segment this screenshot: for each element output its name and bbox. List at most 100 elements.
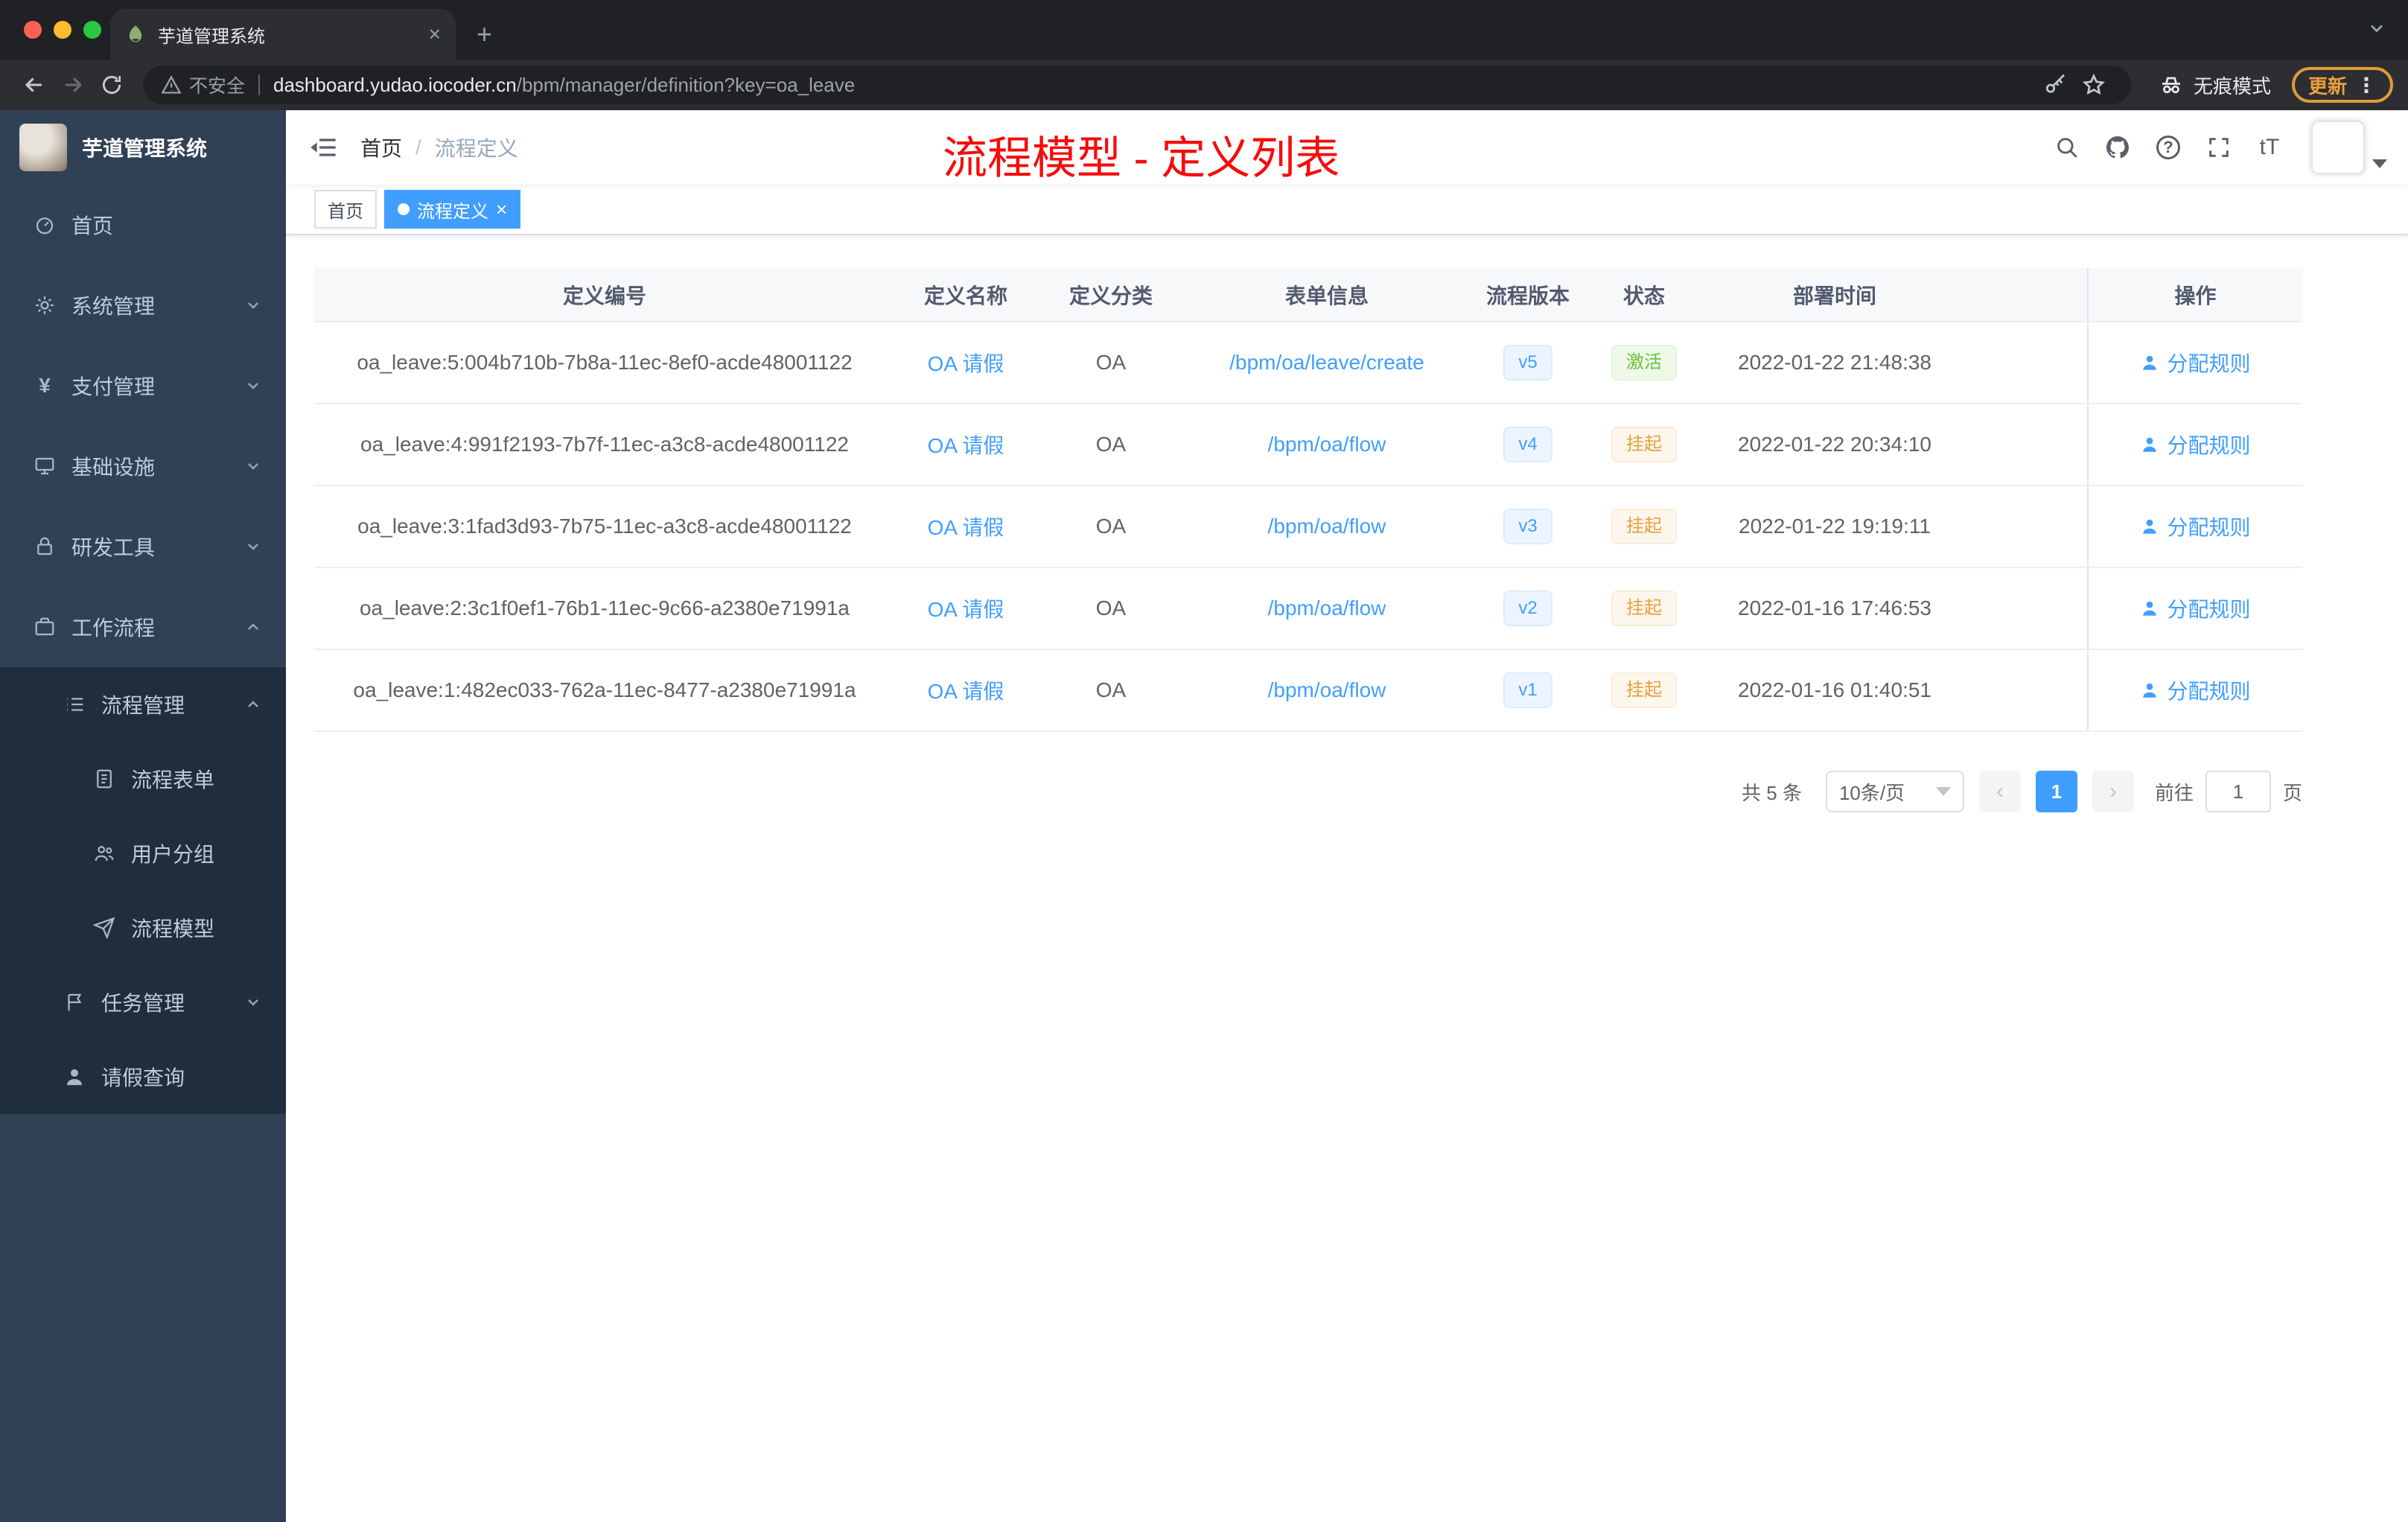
update-label: 更新 xyxy=(2307,74,2347,98)
assign-rule-link[interactable]: 分配规则 xyxy=(2140,675,2251,705)
definition-category: OA xyxy=(1036,485,1185,568)
refresh-icon[interactable] xyxy=(92,66,131,104)
deploy-time: 2022-01-22 19:19:11 xyxy=(1701,485,1969,568)
chevron-up-icon xyxy=(244,695,262,713)
definition-name-link[interactable]: OA 请假 xyxy=(928,598,1004,621)
fullscreen-icon[interactable] xyxy=(2198,127,2240,168)
close-window-button[interactable] xyxy=(24,21,42,39)
user-menu[interactable] xyxy=(2311,121,2387,174)
user-icon xyxy=(2143,601,2157,616)
sidebar-item-process-model[interactable]: 流程模型 xyxy=(0,891,286,965)
bookmark-star-icon[interactable] xyxy=(2074,66,2113,104)
prev-page-button[interactable]: ‹ xyxy=(1978,771,2021,812)
browser-window: 芋道管理系统 × + 不安全 dashboard.yudao.iocoder.c… xyxy=(0,0,2408,1522)
sidebar-item-dev-tools[interactable]: 研发工具 xyxy=(0,506,286,587)
users-icon xyxy=(92,841,116,865)
tag-close-icon[interactable]: × xyxy=(496,200,507,219)
yen-icon: ¥ xyxy=(39,374,51,397)
dashboard-icon xyxy=(33,213,57,237)
form-info-link[interactable]: /bpm/oa/flow xyxy=(1268,433,1386,456)
deploy-time: 2022-01-22 21:48:38 xyxy=(1701,322,1969,404)
definition-category: OA xyxy=(1036,404,1185,486)
sidebar-item-home[interactable]: 首页 xyxy=(0,185,286,265)
sidebar-item-user-group[interactable]: 用户分组 xyxy=(0,816,286,891)
new-tab-button[interactable]: + xyxy=(477,21,492,48)
annotation-title: 流程模型 - 定义列表 xyxy=(943,133,1340,183)
pagination-total: 共 5 条 xyxy=(1742,781,1802,804)
tab-search-chevron-icon[interactable] xyxy=(2366,18,2387,39)
incognito-badge: 无痕模式 xyxy=(2158,71,2271,99)
breadcrumb-home[interactable]: 首页 xyxy=(360,133,402,162)
definition-name-link[interactable]: OA 请假 xyxy=(928,516,1004,539)
definition-id: oa_leave:4:991f2193-7b7f-11ec-a3c8-acde4… xyxy=(314,404,895,486)
status-badge: 挂起 xyxy=(1611,590,1677,626)
page-size-select[interactable]: 10条/页 xyxy=(1825,771,1964,812)
tab-close-icon[interactable]: × xyxy=(429,24,441,45)
flag-icon xyxy=(63,990,86,1014)
page-number-button[interactable]: 1 xyxy=(2035,771,2077,812)
assign-rule-link[interactable]: 分配规则 xyxy=(2140,512,2251,541)
assign-rule-link[interactable]: 分配规则 xyxy=(2140,430,2251,459)
browser-tab[interactable]: 芋道管理系统 × xyxy=(110,9,456,60)
status-badge: 激活 xyxy=(1611,345,1677,380)
form-info-link[interactable]: /bpm/oa/flow xyxy=(1268,596,1386,620)
version-tag: v3 xyxy=(1503,509,1552,544)
minimize-window-button[interactable] xyxy=(54,21,71,39)
form-info-link[interactable]: /bpm/oa/flow xyxy=(1268,515,1386,538)
assign-rule-link[interactable]: 分配规则 xyxy=(2140,593,2251,623)
goto-page-input[interactable] xyxy=(2205,771,2271,812)
chrome-update-button[interactable]: 更新 ⋮ xyxy=(2291,67,2393,103)
sidebar-item-system[interactable]: 系统管理 xyxy=(0,265,286,346)
sidebar-item-payment[interactable]: ¥ 支付管理 xyxy=(0,346,286,426)
col-filler xyxy=(1969,268,2088,322)
sidebar-logo: 芋道管理系统 xyxy=(0,110,286,185)
chevron-down-icon xyxy=(244,296,262,314)
tab-title: 芋道管理系统 xyxy=(158,26,265,47)
address-bar[interactable]: 不安全 dashboard.yudao.iocoder.cn/bpm/manag… xyxy=(143,66,2131,104)
user-icon xyxy=(2143,437,2157,452)
sidebar-item-task-management[interactable]: 任务管理 xyxy=(0,965,286,1039)
password-key-icon[interactable] xyxy=(2036,66,2074,104)
definition-name-link[interactable]: OA 请假 xyxy=(928,352,1004,375)
definition-name-link[interactable]: OA 请假 xyxy=(928,680,1004,703)
tag-home[interactable]: 首页 xyxy=(314,190,377,229)
sidebar-item-process-form[interactable]: 流程表单 xyxy=(0,742,286,816)
deploy-time: 2022-01-22 20:34:10 xyxy=(1701,404,1969,486)
security-label[interactable]: 不安全 xyxy=(189,71,245,98)
table-row: oa_leave:4:991f2193-7b7f-11ec-a3c8-acde4… xyxy=(314,404,2302,486)
avatar[interactable] xyxy=(2311,121,2365,174)
chevron-down-icon xyxy=(244,538,262,555)
briefcase-icon xyxy=(33,615,57,639)
col-status: 状态 xyxy=(1587,268,1701,322)
chevron-up-icon xyxy=(244,618,262,636)
form-info-link[interactable]: /bpm/oa/flow xyxy=(1268,678,1386,701)
form-info-link[interactable]: /bpm/oa/leave/create xyxy=(1229,351,1424,374)
sidebar-item-infrastructure[interactable]: 基础设施 xyxy=(0,426,286,506)
help-icon[interactable]: ? xyxy=(2147,127,2189,168)
definition-name-link[interactable]: OA 请假 xyxy=(928,434,1004,457)
deploy-time: 2022-01-16 17:46:53 xyxy=(1701,567,1969,650)
font-size-icon[interactable]: tT xyxy=(2249,127,2290,168)
sidebar-item-process-management[interactable]: 流程管理 xyxy=(0,667,286,742)
search-icon[interactable] xyxy=(2046,127,2088,168)
sidebar-item-workflow[interactable]: 工作流程 xyxy=(0,587,286,667)
sidebar-collapse-icon[interactable] xyxy=(286,110,360,185)
page-unit-label: 页 xyxy=(2282,781,2302,804)
version-tag: v4 xyxy=(1503,427,1552,462)
assign-rule-link[interactable]: 分配规则 xyxy=(2140,348,2251,378)
next-page-button[interactable]: › xyxy=(2092,771,2134,812)
version-tag: v2 xyxy=(1503,590,1552,626)
sidebar: 芋道管理系统 首页 系统管理 ¥ 支付管理 基础设施 研发工具 工作流程 流程管… xyxy=(0,110,286,1522)
definition-id: oa_leave:5:004b710b-7b8a-11ec-8ef0-acde4… xyxy=(314,322,895,404)
sidebar-item-leave-query[interactable]: 请假查询 xyxy=(0,1039,286,1114)
col-form-info: 表单信息 xyxy=(1185,268,1468,322)
tag-process-definition[interactable]: 流程定义 × xyxy=(384,190,521,229)
definition-table: 定义编号 定义名称 定义分类 表单信息 流程版本 状态 部署时间 操作 oa_l… xyxy=(314,268,2302,732)
zoom-window-button[interactable] xyxy=(83,21,101,39)
browser-menu-kebab-icon[interactable]: ⋮ xyxy=(2356,73,2377,98)
user-icon xyxy=(2143,683,2157,698)
tags-view: 首页 流程定义 × xyxy=(286,185,2408,235)
github-icon[interactable] xyxy=(2097,127,2138,168)
forward-icon[interactable] xyxy=(54,66,92,104)
back-icon[interactable] xyxy=(15,66,54,104)
